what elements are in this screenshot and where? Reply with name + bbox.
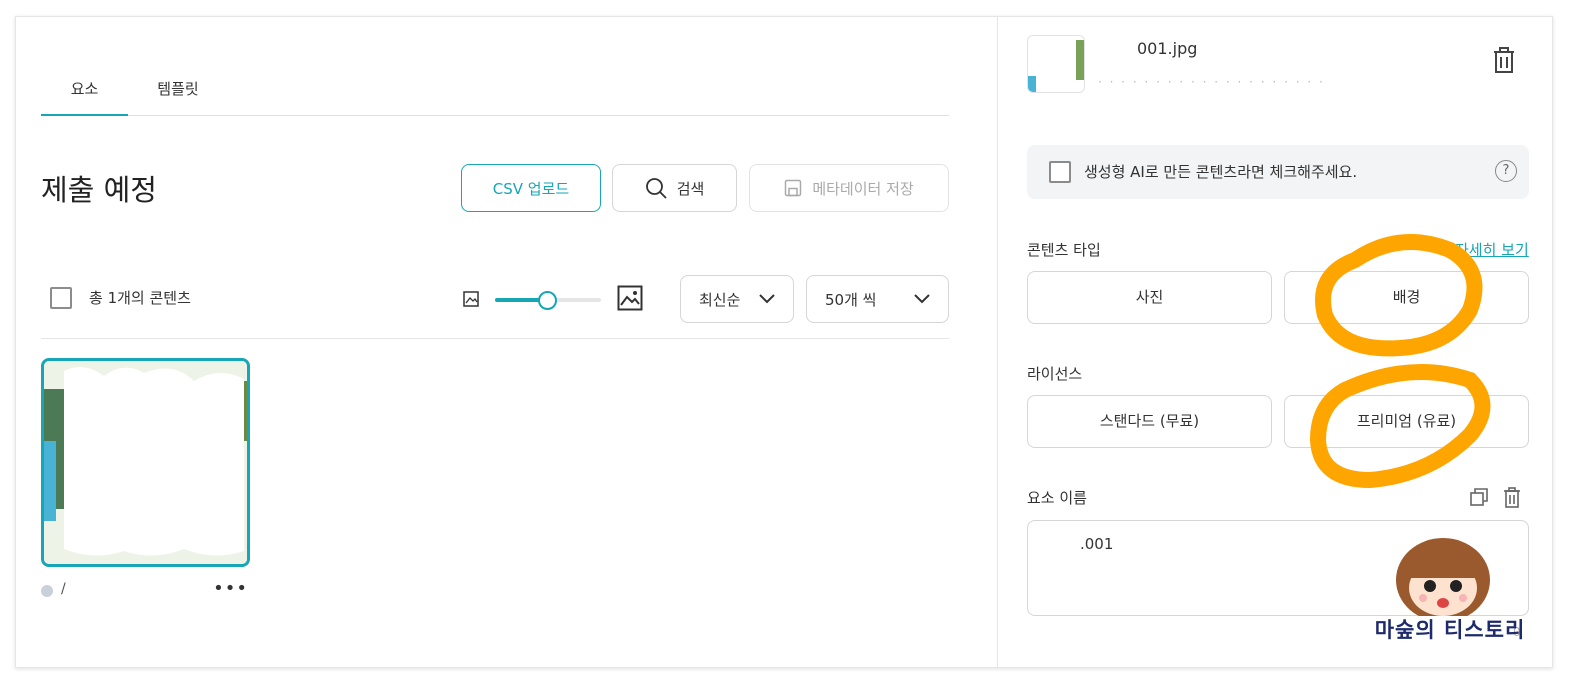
image-small-icon	[463, 291, 479, 307]
sort-selected: 최신순	[699, 290, 741, 309]
thumbnail-image	[44, 361, 247, 564]
save-metadata-button[interactable]: 메타데이터 저장	[749, 164, 949, 212]
save-icon	[785, 179, 802, 197]
csv-upload-label: CSV 업로드	[492, 179, 570, 198]
file-preview	[1027, 35, 1085, 93]
list-toolbar: 총 1개의 콘텐츠 최신순 50개 씩	[41, 275, 949, 339]
ai-generated-checkbox[interactable]	[1049, 161, 1071, 183]
app-frame: 요소 템플릿 제출 예정 CSV 업로드 검색 메타데이터 저장 총 1개의 콘…	[15, 16, 1553, 668]
element-name-actions	[1469, 487, 1521, 508]
page-size-selected: 50개 씩	[825, 290, 877, 309]
content-list-area: 요소 템플릿 제출 예정 CSV 업로드 검색 메타데이터 저장 총 1개의 콘…	[16, 17, 997, 667]
watermark-text: 마숲의 티스토리	[1374, 618, 1526, 642]
search-label: 검색	[676, 179, 705, 198]
image-large-icon	[617, 285, 643, 311]
sort-dropdown[interactable]: 최신순	[680, 275, 794, 323]
content-thumbnail[interactable]	[41, 358, 250, 567]
tab-elements[interactable]: 요소	[41, 69, 128, 116]
tab-templates[interactable]: 템플릿	[141, 69, 215, 116]
ai-generated-notice: 생성형 AI로 만든 콘텐츠라면 체크해주세요. ?	[1027, 145, 1529, 199]
chevron-down-icon	[914, 294, 930, 304]
content-type-background[interactable]: 배경	[1284, 271, 1529, 324]
select-all-checkbox[interactable]	[50, 287, 72, 309]
tab-bar: 요소 템플릿	[41, 69, 949, 116]
license-premium[interactable]: 프리미엄 (유료)	[1284, 395, 1529, 448]
license-standard[interactable]: 스탠다드 (무료)	[1027, 395, 1272, 448]
file-name: 001.jpg	[1137, 39, 1198, 58]
content-type-label: 콘텐츠 타입	[1027, 241, 1101, 259]
page-title: 제출 예정	[41, 173, 157, 207]
search-button[interactable]: 검색	[612, 164, 737, 212]
total-count-label: 총 1개의 콘텐츠	[89, 289, 191, 307]
search-icon	[645, 178, 667, 199]
file-preview-image	[1028, 36, 1084, 92]
copy-icon[interactable]	[1469, 487, 1489, 507]
csv-upload-button[interactable]: CSV 업로드	[461, 164, 601, 212]
file-info-redacted: · · · · · · · · · · · · · · · · · · · ·	[1098, 75, 1325, 89]
element-name-label: 요소 이름	[1027, 489, 1087, 507]
save-metadata-label: 메타데이터 저장	[812, 179, 914, 198]
slider-handle[interactable]	[538, 291, 557, 310]
help-icon[interactable]: ?	[1495, 160, 1517, 182]
detail-link[interactable]: 자세히 보기	[1455, 239, 1529, 260]
delete-file-icon[interactable]	[1493, 47, 1515, 73]
status-dot	[41, 585, 53, 597]
page-size-dropdown[interactable]: 50개 씩	[806, 275, 949, 323]
ai-generated-label: 생성형 AI로 만든 콘텐츠라면 체크해주세요.	[1084, 163, 1358, 181]
chevron-down-icon	[759, 294, 775, 304]
thumbnail-meta: / •••	[41, 580, 250, 601]
thumbnail-size-slider[interactable]	[495, 290, 601, 310]
more-options-icon[interactable]: •••	[213, 580, 248, 598]
thumbnail-name: /	[61, 581, 66, 597]
content-type-photo[interactable]: 사진	[1027, 271, 1272, 324]
watermark: 마숲의 티스토리	[1365, 536, 1535, 646]
trash-icon[interactable]	[1503, 487, 1521, 508]
character-avatar-icon	[1396, 538, 1490, 616]
license-label: 라이선스	[1027, 365, 1083, 383]
